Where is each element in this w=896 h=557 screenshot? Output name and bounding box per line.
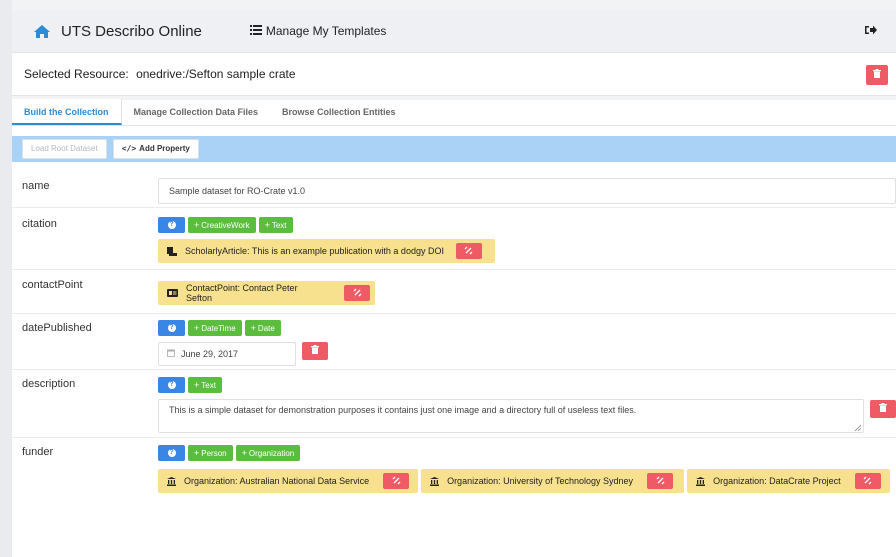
selected-resource-value: onedrive:/Sefton sample crate (136, 67, 296, 81)
linked-entity[interactable]: ScholarlyArticle: This is an example pub… (158, 239, 495, 263)
code-icon: </> (121, 144, 137, 153)
question-icon: ? (167, 449, 176, 457)
unlink-button[interactable] (647, 473, 673, 489)
delete-value-button[interactable] (302, 342, 328, 360)
selected-resource-bar: Selected Resource: onedrive:/Sefton samp… (12, 52, 896, 96)
list-icon (249, 24, 262, 38)
linked-entity[interactable]: Organization: University of Technology S… (421, 469, 685, 493)
property-row-contactpoint: contactPoint ContactPoint: Contact Peter… (12, 270, 896, 314)
add-person-button[interactable]: + Person (188, 445, 233, 461)
trash-icon (879, 403, 887, 415)
resize-handle-icon[interactable] (854, 423, 862, 432)
manage-templates-link[interactable]: Manage My Templates (249, 24, 387, 38)
question-icon: ? (167, 324, 176, 332)
book-icon (167, 246, 177, 256)
add-property-button[interactable]: </> Add Property (112, 139, 199, 159)
unlink-icon (392, 476, 401, 487)
trash-icon (311, 345, 319, 357)
date-value: June 29, 2017 (181, 349, 239, 359)
entity-label: ContactPoint: Contact Peter Sefton (186, 283, 298, 303)
entity-label: Organization: University of Technology S… (447, 476, 633, 486)
property-row-description: description ? + Text This is a simple dat… (12, 370, 896, 438)
selected-resource-label: Selected Resource: (24, 67, 129, 81)
linked-entity[interactable]: ContactPoint: Contact Peter Sefton (158, 281, 375, 305)
add-organization-button[interactable]: + Organization (235, 445, 301, 461)
home-icon[interactable] (33, 23, 51, 39)
entity-label: Organization: Australian National Data S… (184, 476, 370, 486)
property-label: description (22, 378, 76, 390)
property-label: funder (22, 446, 54, 458)
property-row-name: name Sample dataset for RO-Crate v1.0 (12, 172, 896, 208)
linked-entity[interactable]: Organization: DataCrate Project (687, 469, 891, 493)
unlink-button[interactable] (383, 473, 410, 489)
institution-icon (167, 476, 176, 486)
description-value: This is a simple dataset for demonstrati… (169, 405, 637, 415)
add-text-button[interactable]: + Text (188, 377, 222, 393)
help-button[interactable]: ? (158, 445, 185, 461)
property-label: citation (22, 218, 57, 230)
name-input[interactable]: Sample dataset for RO-Crate v1.0 (158, 178, 896, 204)
id-card-icon (167, 289, 178, 297)
help-button[interactable]: ? (158, 217, 185, 233)
property-row-citation: citation ? + CreativeWork + Text Scholarly… (12, 208, 896, 270)
add-text-button[interactable]: + Text (258, 217, 293, 233)
manage-templates-label: Manage My Templates (265, 24, 387, 38)
tab-browse-entities[interactable]: Browse Collection Entities (270, 99, 408, 125)
property-toolbar: Load Root Dataset </> Add Property (12, 136, 896, 162)
institution-icon (430, 476, 440, 486)
add-date-button[interactable]: + Date (244, 320, 281, 336)
property-label: contactPoint (22, 279, 83, 291)
selected-resource: Selected Resource: onedrive:/Sefton samp… (24, 67, 296, 81)
trash-icon (873, 69, 881, 81)
load-root-dataset-button[interactable]: Load Root Dataset (22, 139, 107, 159)
question-icon: ? (167, 221, 176, 229)
navbar: UTS Describo Online Manage My Templates (12, 10, 896, 52)
unlink-button[interactable] (854, 473, 881, 489)
help-button[interactable]: ? (158, 377, 185, 393)
property-label: name (22, 180, 50, 192)
entity-label: Organization: DataCrate Project (713, 476, 841, 486)
add-creativework-button[interactable]: + CreativeWork (188, 217, 256, 233)
delete-value-button[interactable] (870, 400, 896, 418)
entity-label: ScholarlyArticle: This is an example pub… (185, 246, 444, 256)
property-row-funder: funder ? + Person + Organization Organizat… (12, 438, 896, 557)
question-icon: ? (167, 381, 176, 389)
add-property-label: Add Property (139, 144, 190, 153)
unlink-icon (353, 288, 362, 299)
linked-entity[interactable]: Organization: Australian National Data S… (158, 469, 418, 493)
description-textarea[interactable]: This is a simple dataset for demonstrati… (158, 399, 864, 433)
unlink-icon (863, 476, 872, 487)
app-title[interactable]: UTS Describo Online (61, 23, 202, 40)
tab-manage-data-files[interactable]: Manage Collection Data Files (122, 99, 271, 125)
unlink-button[interactable] (455, 243, 482, 259)
unlink-icon (656, 476, 665, 487)
add-datetime-button[interactable]: + DateTime (188, 320, 242, 336)
delete-resource-button[interactable] (866, 65, 888, 85)
unlink-icon (464, 246, 473, 257)
sign-out-icon[interactable] (864, 24, 878, 38)
property-row-datepublished: datePublished ? + DateTime + Date June 29,… (12, 314, 896, 370)
help-button[interactable]: ? (158, 320, 185, 336)
app: UTS Describo Online Manage My Templates … (0, 0, 896, 557)
property-label: datePublished (22, 322, 92, 334)
date-published-input[interactable]: June 29, 2017 (158, 342, 296, 366)
tab-bar: Build the Collection Manage Collection D… (12, 99, 896, 126)
left-edge (0, 0, 12, 557)
tab-build-collection[interactable]: Build the Collection (12, 99, 122, 125)
calendar-icon (167, 349, 175, 359)
institution-icon (696, 476, 706, 486)
main-panel: Build the Collection Manage Collection D… (12, 99, 896, 557)
unlink-button[interactable] (344, 285, 370, 301)
